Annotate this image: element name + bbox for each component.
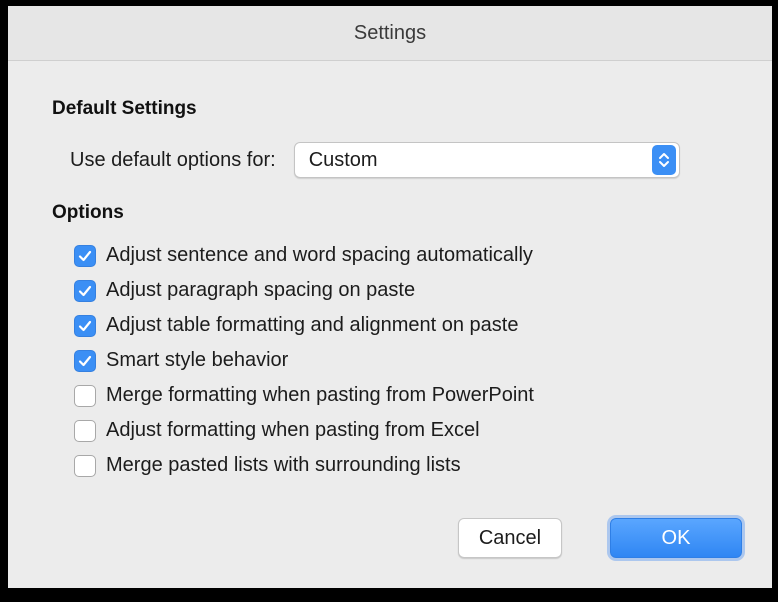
cancel-button[interactable]: Cancel xyxy=(458,518,562,558)
option-row[interactable]: Merge formatting when pasting from Power… xyxy=(74,378,534,413)
option-row[interactable]: Merge pasted lists with surrounding list… xyxy=(74,448,534,483)
option-label: Adjust sentence and word spacing automat… xyxy=(106,244,533,266)
window-title: Settings xyxy=(353,21,427,44)
default-options-value: Custom xyxy=(308,148,378,171)
settings-dialog: Settings Default Settings Use default op… xyxy=(8,6,772,588)
checkbox[interactable] xyxy=(74,419,96,442)
checkbox[interactable] xyxy=(74,454,96,477)
checkbox[interactable] xyxy=(74,384,96,407)
checkbox[interactable] xyxy=(74,244,96,267)
option-row[interactable]: Smart style behavior xyxy=(74,343,534,378)
option-label: Smart style behavior xyxy=(106,349,289,371)
ok-button[interactable]: OK xyxy=(610,518,742,558)
checkbox[interactable] xyxy=(74,279,96,302)
option-label: Adjust formatting when pasting from Exce… xyxy=(106,419,480,441)
option-label: Merge formatting when pasting from Power… xyxy=(106,384,534,406)
option-label: Adjust table formatting and alignment on… xyxy=(106,314,519,336)
checkmark-icon xyxy=(78,285,92,296)
option-label: Merge pasted lists with surrounding list… xyxy=(106,454,461,476)
default-settings-heading: Default Settings xyxy=(52,98,197,119)
option-row[interactable]: Adjust formatting when pasting from Exce… xyxy=(74,413,534,448)
checkmark-icon xyxy=(78,320,92,331)
checkbox[interactable] xyxy=(74,349,96,372)
default-options-row: Use default options for: Custom xyxy=(70,142,680,178)
option-row[interactable]: Adjust paragraph spacing on paste xyxy=(74,273,534,308)
default-options-label: Use default options for: xyxy=(70,148,276,171)
default-options-select[interactable]: Custom xyxy=(293,142,680,178)
checkmark-icon xyxy=(78,250,92,261)
checkbox[interactable] xyxy=(74,314,96,337)
options-list: Adjust sentence and word spacing automat… xyxy=(74,238,534,483)
title-bar[interactable]: Settings xyxy=(8,6,772,61)
option-label: Adjust paragraph spacing on paste xyxy=(106,279,416,301)
up-down-chevron-icon xyxy=(651,145,676,175)
option-row[interactable]: Adjust table formatting and alignment on… xyxy=(74,308,534,343)
checkmark-icon xyxy=(78,355,92,366)
options-heading: Options xyxy=(52,202,124,223)
option-row[interactable]: Adjust sentence and word spacing automat… xyxy=(74,238,534,273)
